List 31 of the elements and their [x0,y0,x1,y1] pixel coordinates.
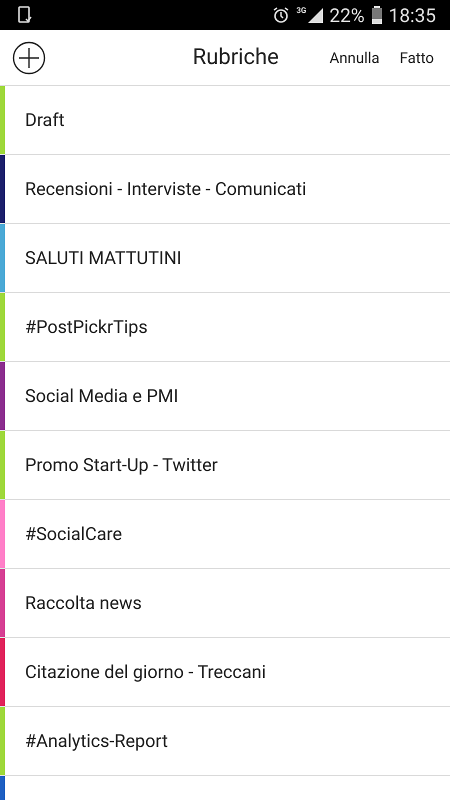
battery-percent: 22% [329,4,365,26]
category-row[interactable]: #PostPickrTips [0,293,450,362]
signal-icon [308,8,324,22]
header-title: Rubriche [192,45,280,70]
category-row[interactable]: Raccolta news [0,569,450,638]
header-action[interactable]: Fatto [396,46,438,68]
category-label: #Analytics-Report [25,730,168,752]
header-action[interactable]: Annulla [325,46,384,68]
clock: 18:35 [388,4,436,26]
category-row[interactable]: Social Media e PMI [0,362,450,431]
alarm-icon [272,6,290,24]
category-row[interactable]: Promo Start-Up - Twitter [0,431,450,500]
category-label: Raccolta news [25,592,142,614]
category-label: #PostPickrTips [25,316,148,338]
add-icon[interactable] [12,40,46,74]
category-label: Promo Start-Up - Twitter [25,454,218,476]
category-label: Draft [25,110,64,130]
category-row[interactable]: #Analytics-Report [0,707,450,776]
category-row[interactable]: Recensioni - Interviste - Comunicati [0,155,450,224]
battery-icon [370,5,383,25]
category-row[interactable]: SALUTI MATTUTINI [0,224,450,293]
category-row[interactable]: #SocialCare [0,500,450,569]
category-label: #SocialCare [25,524,122,544]
network-type: 3G [296,6,306,15]
category-label: Citazione del giorno - Treccani [25,662,266,682]
category-label: Recensioni - Interviste - Comunicati [25,178,306,200]
category-row[interactable]: Citazione del giorno - Treccani [0,638,450,707]
category-row[interactable]: Draft [0,86,450,155]
category-label: SALUTI MATTUTINI [25,248,182,268]
phone-check-icon [18,6,32,24]
category-label: Social Media e PMI [25,386,178,406]
